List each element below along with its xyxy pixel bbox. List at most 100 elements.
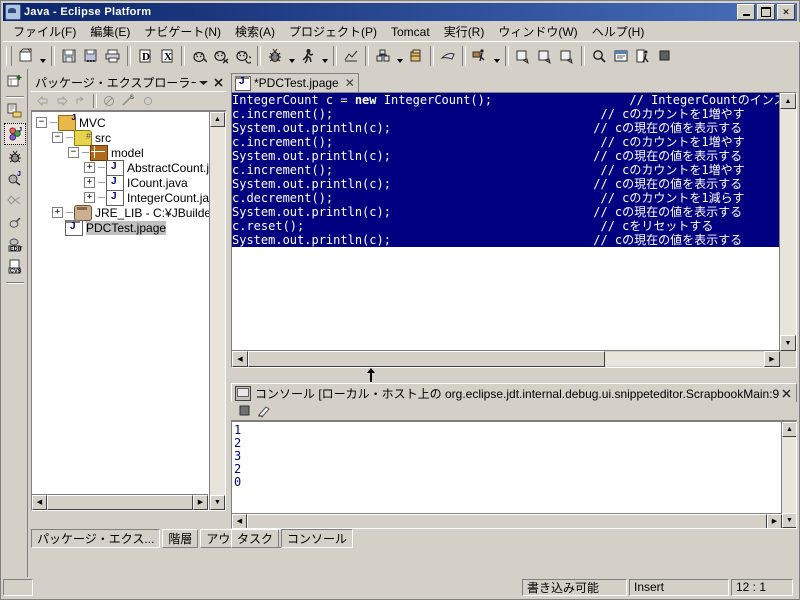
forward-arrow-icon[interactable] <box>52 93 71 109</box>
package-explorer-tree[interactable]: − MVC − src − model <box>31 111 226 511</box>
scroll-down-button[interactable]: ▼ <box>210 495 225 510</box>
stop-button[interactable] <box>654 45 676 67</box>
menu-project[interactable]: プロジェクト(P) <box>282 21 384 42</box>
externalize-strings-button[interactable]: X <box>156 45 178 67</box>
back-arrow-icon[interactable] <box>33 93 52 109</box>
tomcat-stop-button[interactable] <box>210 45 232 67</box>
editor-vertical-scrollbar[interactable]: ▲ ▼ <box>779 93 796 351</box>
save-button[interactable] <box>58 45 80 67</box>
up-arrow-icon[interactable] <box>71 93 90 109</box>
previous-annotation-button[interactable] <box>534 45 556 67</box>
view-tab-hierarchy[interactable]: 階層 <box>162 529 199 548</box>
scroll-track[interactable] <box>210 127 225 495</box>
scroll-right-button[interactable]: ▶ <box>193 495 208 510</box>
tree-item-abstractcount[interactable]: + AbstractCount.java <box>36 159 225 176</box>
tomcat-start-button[interactable] <box>188 45 210 67</box>
scroll-left-button[interactable]: ◀ <box>232 513 247 528</box>
scroll-track[interactable] <box>782 437 796 513</box>
tree-item-jre-lib[interactable]: + JRE_LIB - C:¥JBuilder8¥ <box>36 204 225 221</box>
open-type-button[interactable]: D <box>134 45 156 67</box>
maximize-button[interactable] <box>757 4 775 20</box>
tree-expander[interactable]: + <box>84 162 95 173</box>
close-icon[interactable] <box>211 75 226 89</box>
tree-item-model[interactable]: − model <box>36 144 225 161</box>
install-update-icon[interactable] <box>5 213 25 233</box>
menu-window[interactable]: ウィンドウ(W) <box>491 21 584 42</box>
scroll-right-button[interactable]: ▶ <box>764 351 780 367</box>
hide-static-icon[interactable]: S <box>119 93 138 109</box>
scroll-thumb[interactable] <box>247 513 767 528</box>
editor-horizontal-scrollbar[interactable]: ◀ ▶ <box>232 350 780 367</box>
open-perspective-icon[interactable] <box>5 71 25 91</box>
scroll-down-button[interactable]: ▼ <box>782 513 796 528</box>
close-icon[interactable]: ✕ <box>345 77 355 89</box>
cvs-perspective-icon[interactable]: CVS <box>5 257 25 277</box>
explorer-vertical-scrollbar[interactable]: ▲ ▼ <box>209 112 225 510</box>
last-edit-location-button[interactable] <box>556 45 578 67</box>
menu-file[interactable]: ファイル(F) <box>6 21 83 42</box>
execute-snippet-button[interactable] <box>469 45 491 67</box>
tree-item-pdctest[interactable]: PDCTest.jpage <box>36 219 225 236</box>
scroll-thumb[interactable] <box>248 351 605 367</box>
resource-perspective-icon[interactable] <box>5 101 25 121</box>
chevron-down-icon[interactable] <box>196 75 211 89</box>
stop-square-icon[interactable] <box>235 403 254 419</box>
toolbar-grip[interactable] <box>6 45 12 66</box>
debug-dropdown-arrow[interactable] <box>286 41 297 70</box>
scroll-down-button[interactable]: ▼ <box>780 335 796 351</box>
execute-button[interactable] <box>632 45 654 67</box>
close-button[interactable]: ✕ <box>777 4 795 20</box>
scroll-left-button[interactable]: ◀ <box>232 351 248 367</box>
menu-help[interactable]: ヘルプ(H) <box>585 21 652 42</box>
execute-snippet-dropdown-arrow[interactable] <box>491 41 502 70</box>
debug-perspective-icon[interactable] <box>5 147 25 167</box>
type-hierarchy-icon[interactable] <box>5 191 25 211</box>
save-all-button[interactable] <box>80 45 102 67</box>
menu-edit[interactable]: 編集(E) <box>83 21 137 42</box>
menu-search[interactable]: 検索(A) <box>228 21 282 42</box>
code-area[interactable]: IntegerCount c = new IntegerCount(); // … <box>232 93 780 351</box>
display-button[interactable] <box>610 45 632 67</box>
tree-expander[interactable]: + <box>84 177 95 188</box>
view-tab-console[interactable]: コンソール <box>281 529 354 548</box>
clear-console-icon[interactable] <box>254 403 273 419</box>
tree-expander[interactable]: − <box>68 147 79 158</box>
tree-item-icount[interactable]: + ICount.java <box>36 174 225 191</box>
scroll-left-button[interactable]: ◀ <box>32 495 47 510</box>
java-perspective-icon[interactable]: J <box>4 123 26 145</box>
tree-item-mvc[interactable]: − MVC <box>36 113 225 131</box>
search-again-button[interactable] <box>340 45 362 67</box>
close-icon[interactable] <box>779 387 794 401</box>
tree-expander[interactable]: + <box>52 207 63 218</box>
menu-tomcat[interactable]: Tomcat <box>384 23 437 41</box>
console-vertical-scrollbar[interactable]: ▲ ▼ <box>781 422 796 528</box>
run-dropdown-arrow[interactable] <box>319 41 330 70</box>
print-button[interactable] <box>102 45 124 67</box>
editor-tab-pdctest[interactable]: *PDCTest.jpage ✕ <box>231 73 359 92</box>
console-body[interactable]: 1 2 3 2 0 ▲ ▼ ◀ ▶ <box>231 421 797 529</box>
scroll-track[interactable] <box>780 109 796 335</box>
menu-navigate[interactable]: ナビゲート(N) <box>137 21 228 42</box>
minimize-button[interactable] <box>737 4 755 20</box>
code-selection-block[interactable]: IntegerCount c = new IntegerCount(); // … <box>232 93 780 247</box>
debug-button[interactable] <box>264 45 286 67</box>
new-package-button[interactable] <box>372 45 394 67</box>
tree-expander[interactable]: − <box>36 117 47 128</box>
scroll-thumb[interactable] <box>47 495 193 510</box>
search-shelf-button[interactable] <box>437 45 459 67</box>
menu-run[interactable]: 実行(R) <box>437 21 492 42</box>
filter-icon[interactable] <box>100 93 119 109</box>
next-annotation-button[interactable] <box>512 45 534 67</box>
java-browsing-icon[interactable]: J <box>5 169 25 189</box>
run-button[interactable] <box>297 45 319 67</box>
hide-fields-icon[interactable] <box>138 93 157 109</box>
view-tab-tasks[interactable]: タスク <box>231 529 280 548</box>
new-wizard-dropdown-arrow[interactable] <box>37 41 48 70</box>
new-class-button[interactable] <box>405 45 427 67</box>
tree-item-src[interactable]: − src <box>36 129 225 146</box>
new-wizard-button[interactable] <box>15 45 37 67</box>
tomcat-restart-button[interactable] <box>232 45 254 67</box>
new-package-dropdown-arrow[interactable] <box>394 41 405 70</box>
scroll-up-button[interactable]: ▲ <box>210 112 225 127</box>
scroll-track[interactable] <box>605 352 764 366</box>
